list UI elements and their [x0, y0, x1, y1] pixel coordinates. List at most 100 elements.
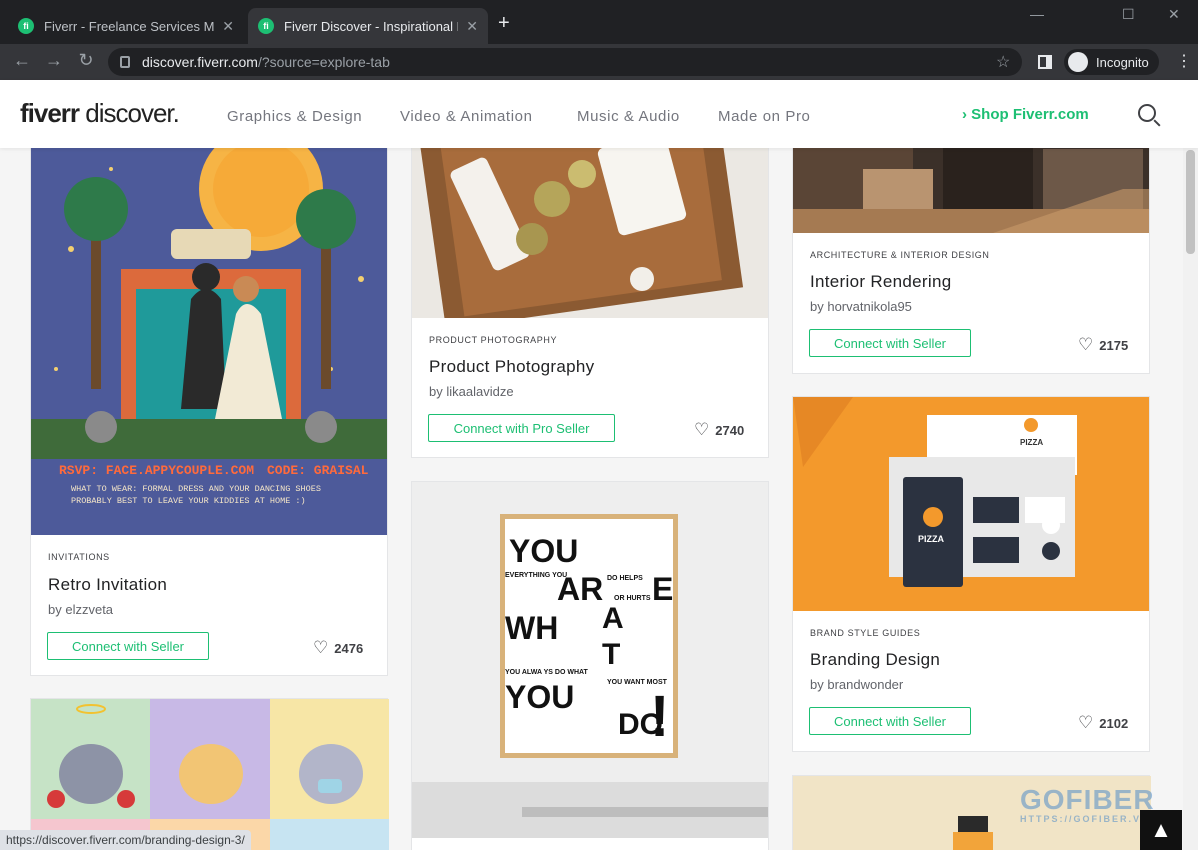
- logo-light: discover.: [79, 98, 180, 128]
- nav-graphics-design[interactable]: Graphics & Design: [227, 108, 362, 125]
- card-typography-poster[interactable]: YOU EVERYTHING YOU AR E DO HELPS OR HURT…: [411, 481, 769, 850]
- poster-code: CODE: GRAISAL: [267, 463, 369, 478]
- cat-illustration: [31, 699, 389, 850]
- card-image[interactable]: [412, 148, 768, 318]
- card-title[interactable]: Product Photography: [429, 357, 594, 377]
- card-image[interactable]: YOU EVERYTHING YOU AR E DO HELPS OR HURT…: [412, 482, 768, 838]
- watermark: GOFIBER HTTPS://GOFIBER.VN/: [1020, 784, 1155, 824]
- close-tab-icon[interactable]: ✕: [466, 18, 478, 35]
- card-branding-design[interactable]: PIZZA PIZZA BRAND STYLE GUIDES Branding …: [792, 396, 1150, 752]
- like-count: 2476: [334, 640, 364, 656]
- incognito-label: Incognito: [1096, 54, 1149, 70]
- connect-with-seller-button[interactable]: Connect with Seller: [809, 329, 971, 357]
- bookmark-star-icon[interactable]: ☆: [996, 52, 1010, 72]
- page-scrollbar[interactable]: [1183, 148, 1198, 850]
- card-image[interactable]: [793, 148, 1149, 233]
- poster-e: E: [652, 571, 673, 607]
- like-counter[interactable]: ♡ 2175: [1078, 335, 1128, 355]
- browser-tab-fiverr[interactable]: fi Fiverr - Freelance Services Marketpla…: [8, 8, 244, 44]
- card-category: ARCHITECTURE & INTERIOR DESIGN: [810, 250, 990, 260]
- address-bar[interactable]: discover.fiverr.com/?source=explore-tab: [108, 48, 1022, 76]
- card-title[interactable]: Interior Rendering: [810, 272, 951, 292]
- card-category: PRODUCT PHOTOGRAPHY: [429, 335, 558, 345]
- card-title[interactable]: Branding Design: [810, 650, 940, 670]
- like-count: 2175: [1099, 337, 1129, 353]
- fiverr-favicon-icon: fi: [18, 18, 34, 34]
- poster-wh: WH: [505, 610, 558, 646]
- card-cat-illustration[interactable]: [30, 698, 389, 850]
- branding-mockup-illustration: PIZZA PIZZA: [793, 397, 1149, 611]
- invitation-illustration: RSVP: FACE.APPYCOUPLE.COM CODE: GRAISAL …: [31, 148, 387, 535]
- like-count: 2102: [1099, 715, 1129, 731]
- like-counter[interactable]: ♡ 2740: [694, 420, 744, 440]
- shop-fiverr-link[interactable]: › Shop Fiverr.com: [962, 106, 1089, 123]
- connect-with-pro-seller-button[interactable]: Connect with Pro Seller: [428, 414, 615, 442]
- poster-you: YOU: [509, 533, 578, 569]
- card-category: INVITATIONS: [48, 552, 110, 562]
- link-status-bar: https://discover.fiverr.com/branding-des…: [0, 830, 251, 850]
- poster-t: T: [602, 638, 620, 671]
- browser-toolbar: ← → ↻ discover.fiverr.com/?source=explor…: [0, 44, 1198, 80]
- poster-rsvp: RSVP: FACE.APPYCOUPLE.COM: [59, 463, 254, 478]
- scrollbar-thumb[interactable]: [1186, 150, 1195, 254]
- poster-do-helps: DO HELPS: [607, 575, 643, 582]
- like-counter[interactable]: ♡ 2102: [1078, 713, 1128, 733]
- chevron-up-icon: ▲: [1150, 817, 1172, 842]
- incognito-badge[interactable]: Incognito: [1064, 49, 1159, 75]
- card-image[interactable]: PIZZA PIZZA: [793, 397, 1149, 611]
- tab-title: Fiverr Discover - Inspirational Fiverr: [284, 18, 458, 34]
- card-product-photography[interactable]: PRODUCT PHOTOGRAPHY Product Photography …: [411, 148, 769, 458]
- like-counter[interactable]: ♡ 2476: [313, 638, 363, 658]
- heart-icon: ♡: [313, 638, 329, 657]
- nav-made-on-pro[interactable]: Made on Pro: [718, 108, 810, 125]
- side-panel-icon[interactable]: [1038, 55, 1052, 69]
- poster-ar: AR: [557, 571, 603, 607]
- card-author[interactable]: by elzzveta: [48, 602, 113, 617]
- search-icon[interactable]: [1138, 104, 1156, 122]
- nav-music-audio[interactable]: Music & Audio: [577, 108, 680, 125]
- card-category: BRAND STYLE GUIDES: [810, 628, 921, 638]
- card-retro-invitation[interactable]: RSVP: FACE.APPYCOUPLE.COM CODE: GRAISAL …: [30, 148, 388, 676]
- watermark-text: GOFIBER: [1020, 784, 1155, 815]
- poster-a: A: [602, 602, 624, 635]
- brand-pizza-text: PIZZA: [918, 534, 944, 544]
- card-interior-rendering[interactable]: ARCHITECTURE & INTERIOR DESIGN Interior …: [792, 148, 1150, 374]
- close-tab-icon[interactable]: ✕: [222, 18, 234, 35]
- forward-icon[interactable]: →: [42, 50, 66, 71]
- close-window-icon[interactable]: ✕: [1168, 6, 1180, 23]
- connect-with-seller-button[interactable]: Connect with Seller: [809, 707, 971, 735]
- browser-tab-discover[interactable]: fi Fiverr Discover - Inspirational Fiver…: [248, 8, 488, 44]
- poster-line-3: PROBABLY BEST TO LEAVE YOUR KIDDIES AT H…: [71, 496, 306, 506]
- poster-exclamation: !: [650, 684, 669, 749]
- connect-with-seller-button[interactable]: Connect with Seller: [47, 632, 209, 660]
- back-to-top-button[interactable]: ▲: [1140, 810, 1182, 850]
- lock-icon: [120, 56, 130, 68]
- logo-bold: fiverr: [20, 98, 80, 128]
- url-domain: discover.fiverr.com: [142, 54, 258, 70]
- poster-you-2: YOU: [505, 679, 574, 715]
- discover-grid: RSVP: FACE.APPYCOUPLE.COM CODE: GRAISAL …: [0, 148, 1198, 850]
- poster-you-alwa: YOU ALWA YS DO WHAT: [505, 669, 589, 676]
- nav-video-animation[interactable]: Video & Animation: [400, 108, 533, 125]
- card-title[interactable]: Retro Invitation: [48, 575, 167, 595]
- interior-render-illustration: [793, 148, 1149, 233]
- heart-icon: ♡: [1078, 335, 1094, 354]
- brand-pizza-text: PIZZA: [1020, 438, 1043, 447]
- incognito-icon: [1068, 52, 1088, 72]
- poster-or-hurts: OR HURTS: [614, 595, 651, 602]
- card-author[interactable]: by likaalavidze: [429, 384, 514, 399]
- new-tab-button[interactable]: +: [498, 12, 510, 35]
- minimize-icon[interactable]: —: [1030, 6, 1044, 22]
- browser-menu-icon[interactable]: ⋮: [1176, 51, 1192, 71]
- card-image[interactable]: RSVP: FACE.APPYCOUPLE.COM CODE: GRAISAL …: [31, 148, 387, 535]
- typography-poster-illustration: YOU EVERYTHING YOU AR E DO HELPS OR HURT…: [412, 482, 768, 838]
- maximize-icon[interactable]: ☐: [1122, 6, 1135, 23]
- reload-icon[interactable]: ↻: [74, 50, 98, 71]
- back-icon[interactable]: ←: [10, 50, 34, 71]
- site-header: fiverr discover. Graphics & Design Video…: [0, 80, 1198, 148]
- card-author[interactable]: by horvatnikola95: [810, 299, 912, 314]
- watermark-sub: HTTPS://GOFIBER.VN/: [1020, 814, 1155, 824]
- fiverr-discover-logo[interactable]: fiverr discover.: [20, 98, 180, 129]
- card-author[interactable]: by brandwonder: [810, 677, 903, 692]
- fiverr-favicon-icon: fi: [258, 18, 274, 34]
